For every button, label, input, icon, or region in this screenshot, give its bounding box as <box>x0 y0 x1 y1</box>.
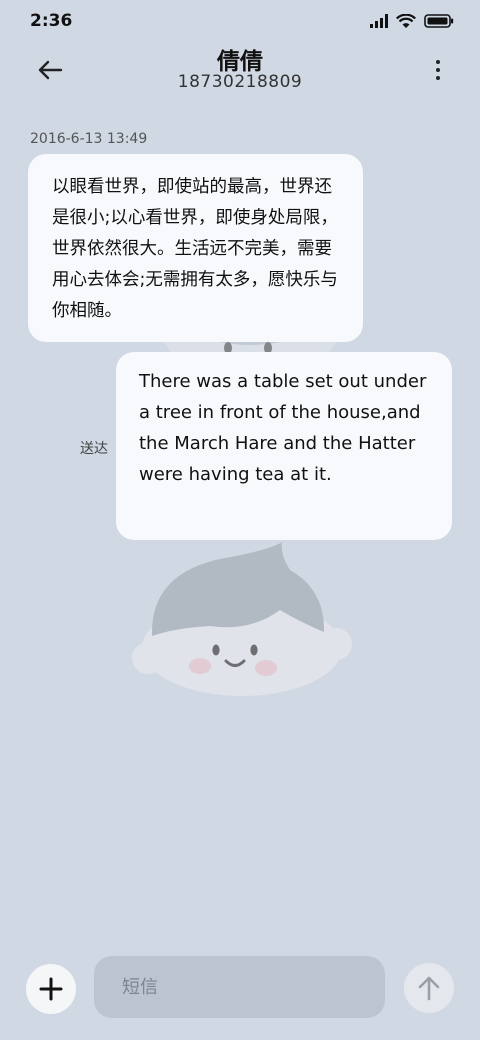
sms-input[interactable] <box>94 956 385 1018</box>
status-icons <box>370 12 454 30</box>
conversation-header: 倩倩 18730218809 <box>0 40 480 110</box>
incoming-message-text: 以眼看世界，即使站的最高，世界还是很小;以心看世界，即使身处局限，世界依然很大。… <box>52 177 338 321</box>
message-composer <box>0 950 480 1030</box>
battery-icon <box>424 14 454 28</box>
send-button[interactable] <box>404 963 454 1013</box>
signal-icon <box>370 14 388 28</box>
add-attachment-button[interactable] <box>26 964 76 1014</box>
contact-number: 18730218809 <box>177 72 303 92</box>
outgoing-message-text: There was a table set out under a tree i… <box>139 371 427 485</box>
more-options-button[interactable] <box>428 54 448 86</box>
more-vertical-icon <box>436 60 440 64</box>
plus-icon <box>39 977 63 1001</box>
status-time: 2:36 <box>30 11 73 31</box>
message-timestamp: 2016-6-13 13:49 <box>30 131 148 147</box>
mascot-face-icon <box>132 542 352 696</box>
wifi-icon <box>396 13 416 28</box>
outgoing-message-bubble[interactable]: There was a table set out under a tree i… <box>116 352 452 540</box>
send-arrow-up-icon <box>418 976 440 1001</box>
status-bar: 2:36 <box>0 0 480 40</box>
incoming-message-bubble[interactable]: 以眼看世界，即使站的最高，世界还是很小;以心看世界，即使身处局限，世界依然很大。… <box>28 154 363 342</box>
delivery-status: 送达 <box>80 441 108 457</box>
contact-name: 倩倩 <box>217 49 263 75</box>
